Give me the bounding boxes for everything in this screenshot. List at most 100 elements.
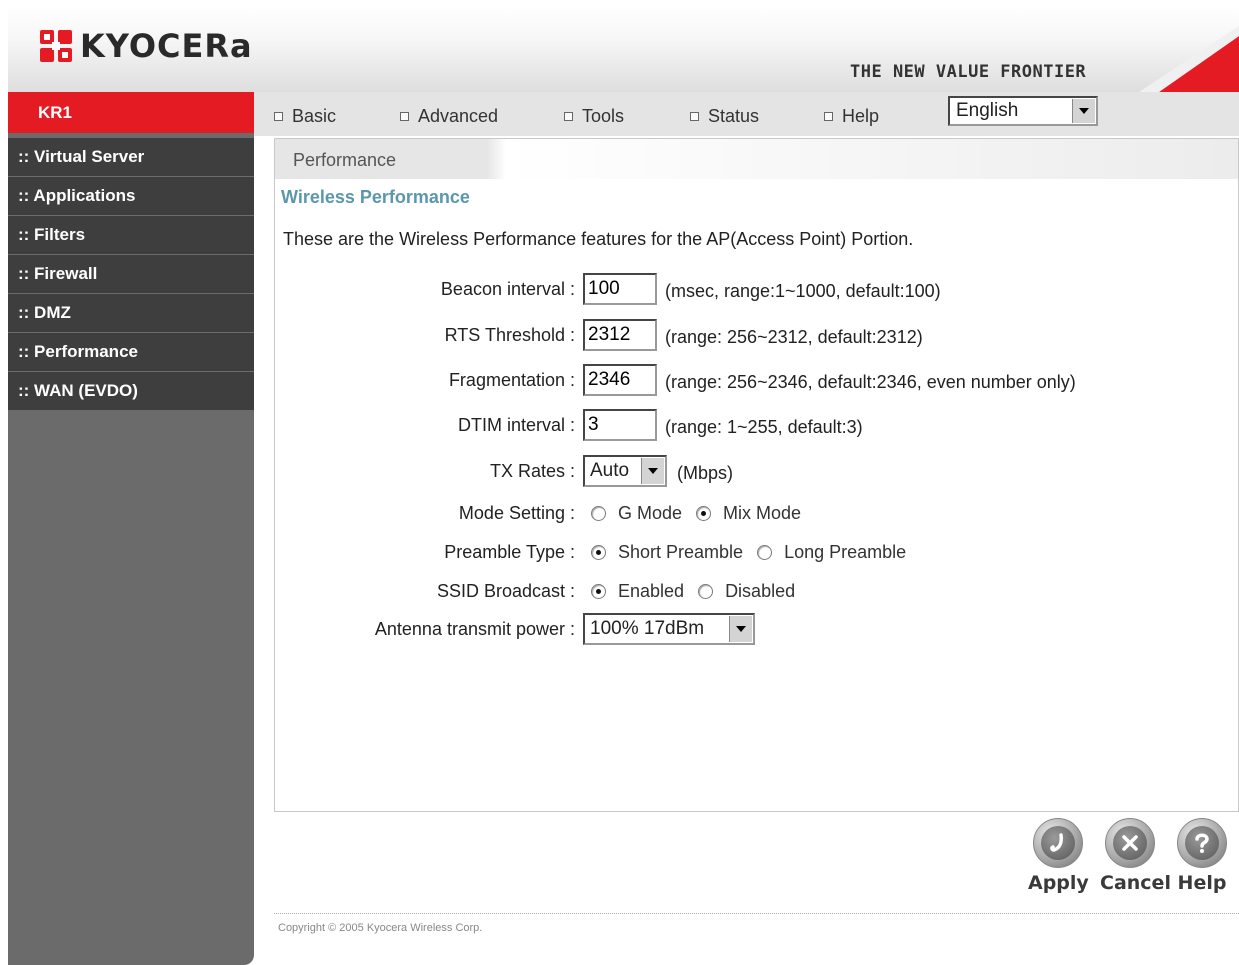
sidebar-item-dmz[interactable]: :: DMZ	[8, 294, 254, 332]
sidebar-item-performance[interactable]: :: Performance	[8, 333, 254, 371]
language-dropdown-button[interactable]	[1072, 99, 1095, 123]
ssid-broadcast-options: Enabled Disabled	[591, 581, 809, 602]
nav-bullet-icon	[690, 112, 699, 121]
mode-mix-label: Mix Mode	[723, 503, 802, 523]
tx-rates-dropdown-button[interactable]	[641, 458, 664, 484]
nav-tab-basic[interactable]: Basic	[274, 106, 336, 127]
help-label: Help	[1177, 872, 1227, 894]
question-mark-icon	[1185, 826, 1219, 860]
mode-setting-row: Mode Setting : G Mode Mix Mode	[275, 497, 1238, 531]
preamble-short-radio[interactable]	[591, 545, 606, 560]
nav-bullet-icon	[824, 112, 833, 121]
help-circle	[1177, 818, 1227, 868]
beacon-interval-row: Beacon interval : (msec, range:1~1000, d…	[275, 273, 1238, 307]
close-icon	[1113, 826, 1147, 860]
cancel-circle	[1105, 818, 1155, 868]
preamble-type-row: Preamble Type : Short Preamble Long Prea…	[275, 536, 1238, 570]
help-button[interactable]: Help	[1172, 818, 1232, 894]
chevron-down-icon	[736, 626, 746, 632]
ssid-disabled-label: Disabled	[725, 581, 796, 601]
fragmentation-label: Fragmentation :	[448, 370, 575, 390]
antenna-power-select[interactable]: 100% 17dBm	[583, 613, 755, 645]
chevron-down-icon	[1079, 108, 1089, 114]
dtim-interval-label: DTIM interval :	[457, 415, 575, 435]
content-panel: Performance Wireless Performance These a…	[274, 138, 1239, 812]
apply-label: Apply	[1028, 872, 1089, 894]
sidebar-menu: :: Virtual Server :: Applications :: Fil…	[8, 138, 254, 411]
header-banner: KYOCERa THE NEW VALUE FRONTIER	[8, 6, 1239, 92]
panel-header: Performance	[275, 139, 1238, 179]
sidebar: KR1 :: Virtual Server :: Applications ::…	[8, 92, 254, 965]
dtim-interval-hint: (range: 1~255, default:3)	[665, 417, 863, 437]
kyocera-logo-mark-icon	[38, 28, 74, 64]
mode-g-label: G Mode	[618, 503, 683, 523]
header-swoosh-graphic	[1139, 26, 1239, 92]
rts-threshold-row: RTS Threshold : (range: 256~2312, defaul…	[275, 319, 1238, 353]
rts-threshold-input[interactable]	[583, 319, 657, 351]
action-buttons: Apply Cancel Help	[1028, 818, 1228, 898]
logo-text: KYOCERa	[80, 27, 253, 65]
nav-tab-label: Help	[842, 106, 880, 126]
mode-setting-options: G Mode Mix Mode	[591, 503, 815, 524]
nav-tab-help[interactable]: Help	[824, 106, 879, 127]
tagline: THE NEW VALUE FRONTIER	[850, 62, 1087, 82]
checkmark-icon	[1041, 826, 1075, 860]
nav-tab-label: Tools	[582, 106, 625, 126]
description-text: These are the Wireless Performance featu…	[283, 229, 914, 249]
nav-bullet-icon	[274, 112, 283, 121]
tx-rates-select[interactable]: Auto	[583, 455, 667, 487]
cancel-label: Cancel	[1100, 872, 1171, 894]
preamble-short-label: Short Preamble	[618, 542, 744, 562]
sidebar-item-filters[interactable]: :: Filters	[8, 216, 254, 254]
dtim-interval-input[interactable]	[583, 409, 657, 441]
beacon-interval-hint: (msec, range:1~1000, default:100)	[665, 281, 941, 301]
fragmentation-hint: (range: 256~2346, default:2346, even num…	[665, 372, 1076, 392]
copyright-text: Copyright © 2005 Kyocera Wireless Corp.	[278, 922, 483, 934]
tx-rates-row: TX Rates : Auto (Mbps)	[275, 455, 1238, 489]
tx-rates-unit: (Mbps)	[677, 463, 734, 483]
fragmentation-input[interactable]	[583, 364, 657, 396]
tx-rates-label: TX Rates :	[489, 461, 575, 481]
tx-rates-select-value: Auto	[590, 460, 630, 481]
nav-tab-advanced[interactable]: Advanced	[400, 106, 498, 127]
antenna-power-row: Antenna transmit power : 100% 17dBm	[275, 613, 1238, 647]
ssid-enabled-radio[interactable]	[591, 584, 606, 599]
language-select[interactable]: English	[948, 96, 1098, 126]
top-nav: Basic Advanced Tools Status Help English	[254, 92, 1239, 136]
antenna-power-dropdown-button[interactable]	[729, 616, 752, 642]
device-tab-kr1[interactable]: KR1	[8, 92, 254, 133]
ssid-broadcast-label: SSID Broadcast :	[436, 581, 575, 601]
nav-tab-label: Advanced	[418, 106, 499, 126]
sidebar-item-firewall[interactable]: :: Firewall	[8, 255, 254, 293]
nav-bullet-icon	[400, 112, 409, 121]
panel-title: Performance	[293, 150, 397, 170]
sidebar-item-virtual-server[interactable]: :: Virtual Server	[8, 138, 254, 176]
preamble-long-label: Long Preamble	[784, 542, 907, 562]
fragmentation-row: Fragmentation : (range: 256~2346, defaul…	[275, 364, 1238, 398]
preamble-long-radio[interactable]	[757, 545, 773, 560]
nav-tab-tools[interactable]: Tools	[564, 106, 624, 127]
mode-setting-label: Mode Setting :	[458, 503, 575, 523]
mode-mix-radio[interactable]	[696, 506, 712, 521]
chevron-down-icon	[648, 468, 658, 474]
language-select-value: English	[956, 100, 1019, 121]
mode-g-radio[interactable]	[591, 506, 606, 521]
sidebar-item-applications[interactable]: :: Applications	[8, 177, 254, 215]
apply-circle	[1033, 818, 1083, 868]
ssid-disabled-radio[interactable]	[698, 584, 714, 599]
ssid-broadcast-row: SSID Broadcast : Enabled Disabled	[275, 575, 1238, 609]
antenna-power-label: Antenna transmit power :	[374, 619, 575, 639]
beacon-interval-label: Beacon interval :	[440, 279, 575, 299]
preamble-type-label: Preamble Type :	[444, 542, 575, 562]
antenna-power-select-value: 100% 17dBm	[590, 618, 705, 639]
nav-tab-label: Status	[708, 106, 760, 126]
section-title: Wireless Performance	[281, 187, 470, 207]
beacon-interval-input[interactable]	[583, 273, 657, 305]
apply-button[interactable]: Apply	[1028, 818, 1089, 894]
cancel-button[interactable]: Cancel	[1100, 818, 1171, 894]
dtim-interval-row: DTIM interval : (range: 1~255, default:3…	[275, 409, 1238, 443]
nav-tab-status[interactable]: Status	[690, 106, 759, 127]
sidebar-item-wan-evdo[interactable]: :: WAN (EVDO)	[8, 372, 254, 410]
nav-tab-label: Basic	[292, 106, 337, 126]
kyocera-logo: KYOCERa	[38, 26, 253, 66]
